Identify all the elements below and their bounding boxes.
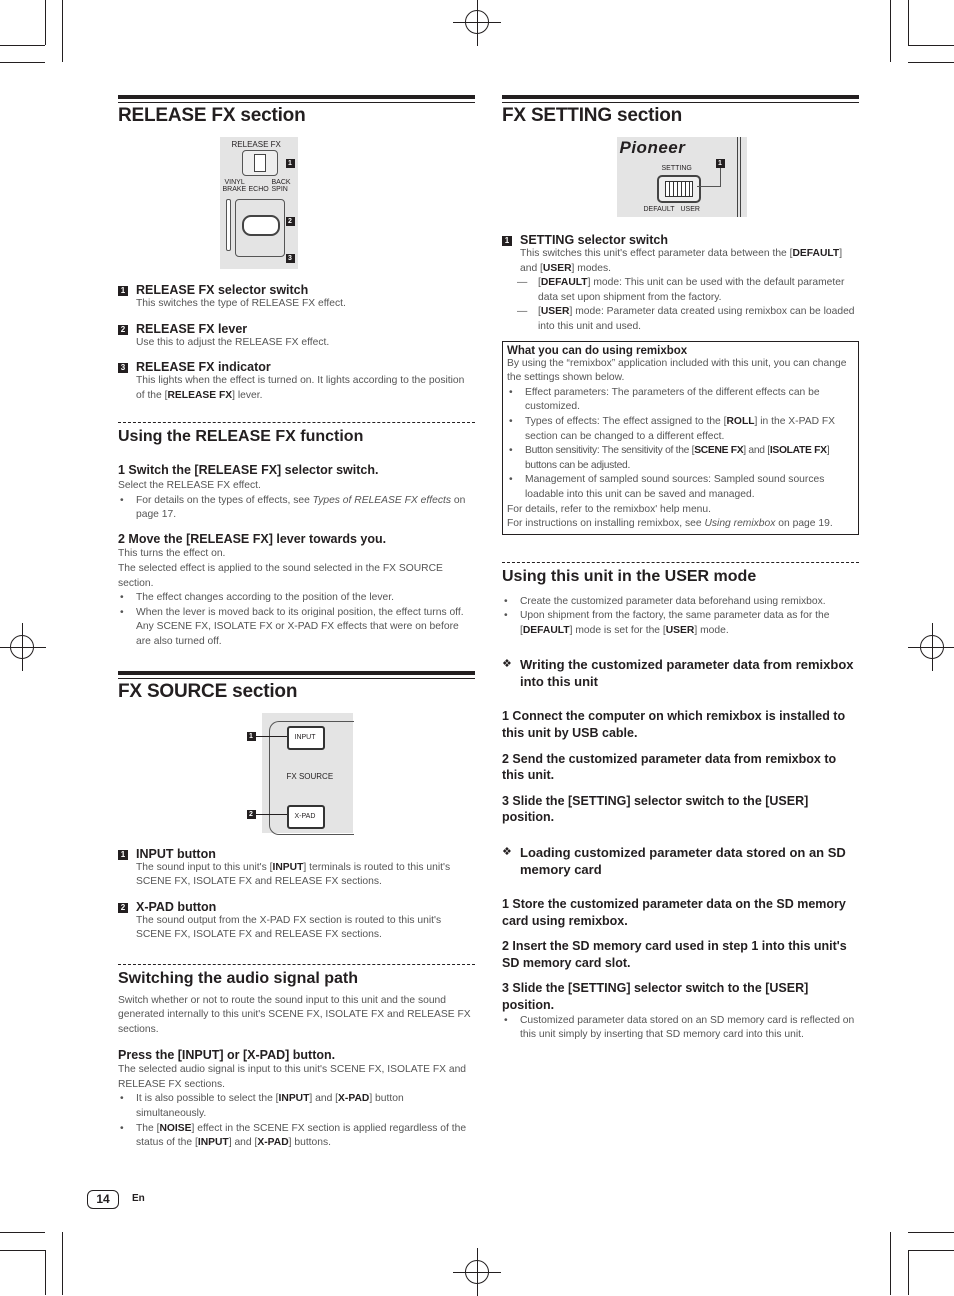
link-using-remixbox[interactable]: Using remixbox [704, 518, 775, 529]
fx-source-figure: INPUT FX SOURCE X-PAD 1 2 [238, 712, 354, 835]
section-rule [118, 670, 475, 679]
user-mode-title: Using this unit in the USER mode [502, 567, 757, 585]
item-input-button: 1 INPUT button [118, 847, 475, 861]
crop-mark [908, 62, 954, 63]
crop-mark [0, 1232, 45, 1233]
dashed-divider [502, 561, 859, 563]
remixbox-info-box: What you can do using remixbox By using … [502, 340, 859, 535]
fx-source-title: FX SOURCE section [118, 680, 298, 702]
crop-mark [908, 0, 909, 45]
left-column: RELEASE FX section RELEASE FX VINYL BRAK… [118, 95, 475, 1151]
crop-mark [0, 62, 45, 63]
diamond-icon: ❖ [502, 658, 512, 671]
link-types-of-release-fx-effects[interactable]: Types of RELEASE FX effects [313, 495, 451, 506]
crop-mark [890, 0, 891, 62]
input-button[interactable]: INPUT [286, 725, 325, 750]
item-release-fx-selector-switch: 1 RELEASE FX selector switch [118, 283, 475, 297]
page-number: 14 [87, 1190, 119, 1209]
release-fx-figure: RELEASE FX VINYL BRAKE ECHO BACK SPIN 1 … [219, 137, 298, 269]
dashed-divider [118, 422, 475, 424]
fx-setting-title: FX SETTING section [502, 105, 683, 126]
loading-heading: ❖ Loading customized parameter data store… [502, 845, 846, 878]
section-rule [502, 95, 859, 103]
item-setting-selector-switch: 1 SETTING selector switch [502, 233, 859, 247]
fx-setting-figure: Pioneer SETTING DEFAULT USER 1 [616, 137, 747, 217]
x-pad-button[interactable]: X-PAD [286, 804, 325, 829]
crop-mark [908, 1250, 954, 1251]
pioneer-logo: Pioneer [619, 138, 686, 157]
diamond-icon: ❖ [502, 846, 512, 859]
registration-mark [453, 1248, 501, 1296]
dashed-divider [118, 963, 475, 965]
release-fx-lever[interactable] [234, 199, 285, 257]
page-language: En [132, 1193, 145, 1204]
item-release-fx-indicator: 3 RELEASE FX indicator [118, 360, 475, 374]
registration-mark [908, 623, 954, 671]
crop-mark [908, 1250, 909, 1295]
crop-mark [62, 1232, 63, 1295]
using-release-fx-title: Using the RELEASE FX function [118, 428, 364, 446]
crop-mark [0, 1250, 45, 1251]
crop-mark [45, 1250, 46, 1295]
release-fx-indicator [225, 199, 231, 251]
section-rule [118, 95, 475, 103]
crop-mark [908, 1232, 954, 1233]
item-x-pad-button: 2 X-PAD button [118, 900, 475, 914]
crop-mark [45, 0, 46, 45]
writing-heading: ❖ Writing the customized parameter data f… [502, 657, 854, 690]
right-column: FX SETTING section Pioneer SETTING DEFAU… [502, 95, 859, 1043]
release-fx-title: RELEASE FX section [118, 105, 306, 126]
crop-mark [890, 1232, 891, 1295]
item-release-fx-lever: 2 RELEASE FX lever [118, 322, 475, 336]
switching-audio-title: Switching the audio signal path [118, 969, 359, 987]
setting-selector-switch[interactable] [656, 175, 701, 203]
registration-mark [0, 623, 46, 671]
registration-mark [453, 0, 501, 46]
crop-mark [908, 45, 954, 46]
release-fx-selector-switch[interactable] [241, 150, 278, 176]
crop-mark [62, 0, 63, 62]
crop-mark [0, 45, 45, 46]
